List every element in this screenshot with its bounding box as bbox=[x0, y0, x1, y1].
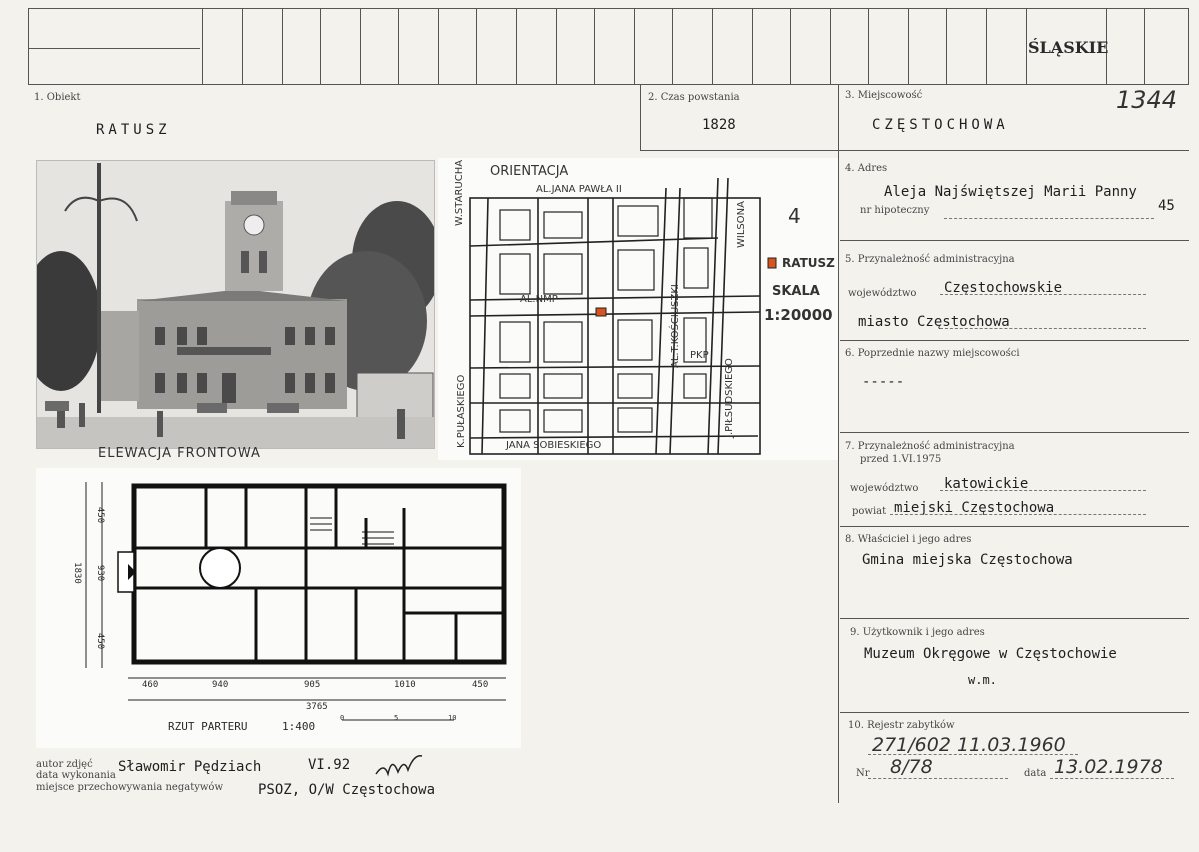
header-cell-divider bbox=[672, 8, 673, 85]
header-cell-divider bbox=[360, 8, 361, 85]
scalebar-0: 0 bbox=[340, 714, 345, 722]
przed-label-2: przed 1.VI.1975 bbox=[860, 454, 942, 465]
pkp-label: PKP bbox=[690, 350, 709, 361]
plan-title: RZUT PARTERU bbox=[168, 720, 248, 733]
record-card: ŚLĄSKIE 1. Obiekt RATUSZ 2. Czas powstan… bbox=[0, 0, 1199, 852]
street-kosciuszki: AL.T.KOŚCIUSZKI bbox=[670, 284, 681, 368]
dim-v-3: 450 bbox=[95, 632, 106, 650]
header-cell-divider bbox=[752, 8, 753, 85]
header-cell-divider bbox=[868, 8, 869, 85]
dim-h-3: 905 bbox=[304, 680, 321, 690]
scalebar-10: 10 bbox=[448, 714, 457, 722]
facade-photo bbox=[36, 160, 435, 449]
rejestr-entry: 271/602 11.03.1960 bbox=[872, 734, 1066, 756]
dim-v-1: 450 bbox=[95, 506, 106, 524]
miejscowosc-value: CZĘSTOCHOWA bbox=[872, 117, 1009, 133]
dim-h-1: 460 bbox=[142, 680, 159, 690]
header-cell-divider bbox=[1026, 8, 1027, 85]
uzytkownik-value: Muzeum Okręgowe w Częstochowie bbox=[864, 646, 1117, 662]
uzytkownik-extra: w.m. bbox=[968, 673, 997, 687]
record-number: 1344 bbox=[1116, 86, 1178, 114]
data-label: data bbox=[1024, 768, 1047, 779]
header-cell-divider bbox=[438, 8, 439, 85]
street-pulaskiego: K.PUŁASKIEGO bbox=[456, 374, 467, 448]
dim-v-2: 930 bbox=[95, 564, 106, 582]
street-jana-pawla: AL.JANA PAWŁA II bbox=[536, 184, 622, 195]
header-cell-divider bbox=[242, 8, 243, 85]
wlasciciel-label: 8. Właściciel i jego adres bbox=[845, 534, 972, 545]
street-nmp: AL.NMP bbox=[520, 294, 558, 305]
legend-ratusz: RATUSZ bbox=[782, 256, 835, 270]
header-cell-divider bbox=[830, 8, 831, 85]
poprzednie-label: 6. Poprzednie nazwy miejscowości bbox=[845, 348, 1020, 359]
header-cell-divider bbox=[516, 8, 517, 85]
czas-value: 1828 bbox=[702, 117, 736, 133]
dim-h-5: 450 bbox=[472, 680, 489, 690]
header-cell-divider bbox=[398, 8, 399, 85]
plan-scale: 1:400 bbox=[282, 720, 316, 733]
dim-h-4: 1010 bbox=[394, 680, 416, 690]
adres-value: Aleja Najświętszej Marii Panny bbox=[884, 184, 1137, 200]
data-wykonania-label: data wykonania bbox=[36, 770, 116, 781]
rejestr-label: 10. Rejestr zabytków bbox=[848, 720, 955, 731]
photo-caption: ELEWACJA FRONTOWA bbox=[98, 446, 261, 461]
date-value: VI.92 bbox=[308, 757, 351, 773]
miejsce-label: miejsce przechowywania negatywów bbox=[36, 782, 223, 793]
floor-plan: 460 940 905 1010 450 3765 450 930 450 18… bbox=[36, 468, 521, 748]
dim-total: 3765 bbox=[306, 702, 328, 712]
header-cell-divider bbox=[986, 8, 987, 85]
dim-total-v: 1830 bbox=[71, 562, 82, 584]
hipo-value: 45 bbox=[1158, 198, 1175, 214]
header-cell-divider bbox=[908, 8, 909, 85]
header-cell-divider bbox=[634, 8, 635, 85]
header-cell-divider bbox=[594, 8, 595, 85]
header-cell-divider bbox=[556, 8, 557, 85]
map-number: 4 bbox=[788, 204, 801, 228]
scalebar-5: 5 bbox=[394, 714, 399, 722]
header-cell-divider bbox=[476, 8, 477, 85]
przed-label-1: 7. Przynależność administracyjna bbox=[845, 441, 1015, 452]
header-cell-divider bbox=[790, 8, 791, 85]
scale-label: SKALA bbox=[772, 284, 820, 299]
miejscowosc-label: 3. Miejscowość bbox=[845, 90, 923, 101]
header-cell-divider bbox=[282, 8, 283, 85]
przynaleznosc-label: 5. Przynależność administracyjna bbox=[845, 254, 1015, 265]
miejsce-value: PSOZ, O/W Częstochowa bbox=[258, 782, 436, 798]
street-sobieskiego: JANA SOBIESKIEGO bbox=[506, 440, 602, 451]
poprzednie-value: ----- bbox=[862, 374, 905, 390]
street-wilsona: WILSONA bbox=[736, 201, 747, 248]
obiekt-label: 1. Obiekt bbox=[34, 92, 81, 103]
scale-value: 1:20000 bbox=[764, 306, 833, 324]
header-cell-divider bbox=[1144, 8, 1145, 85]
header-cell-divider bbox=[712, 8, 713, 85]
header-cell-divider bbox=[202, 8, 203, 85]
czas-label: 2. Czas powstania bbox=[648, 92, 740, 103]
header-divider bbox=[28, 48, 200, 49]
nr-value: 8/78 bbox=[890, 756, 933, 778]
autor-value: Sławomir Pędziach bbox=[118, 759, 262, 775]
orientation-map: ORIENTACJA AL.JANA PAWŁA II W.STARUCHA A… bbox=[438, 158, 838, 460]
dim-h-2: 940 bbox=[212, 680, 229, 690]
header-cell-divider bbox=[946, 8, 947, 85]
street-pilsudskiego: J.PIŁSUDSKIEGO bbox=[724, 358, 735, 438]
powiat-label: powiat bbox=[852, 506, 887, 517]
obiekt-value: RATUSZ bbox=[96, 122, 171, 138]
map-title: ORIENTACJA bbox=[490, 164, 569, 179]
signature bbox=[375, 755, 423, 777]
adres-label: 4. Adres bbox=[845, 163, 888, 174]
hipo-label: nr hipoteczny bbox=[860, 205, 930, 216]
przed-woj-label: województwo bbox=[850, 483, 919, 494]
header-cell-divider bbox=[320, 8, 321, 85]
woj-label: województwo bbox=[848, 288, 917, 299]
street-starucha: W.STARUCHA bbox=[454, 159, 465, 226]
data-value: 13.02.1978 bbox=[1054, 756, 1163, 778]
region-label: ŚLĄSKIE bbox=[1028, 38, 1109, 57]
uzytkownik-label: 9. Użytkownik i jego adres bbox=[850, 627, 985, 638]
wlasciciel-value: Gmina miejska Częstochowa bbox=[862, 552, 1073, 568]
autor-label: autor zdjęć bbox=[36, 759, 93, 770]
